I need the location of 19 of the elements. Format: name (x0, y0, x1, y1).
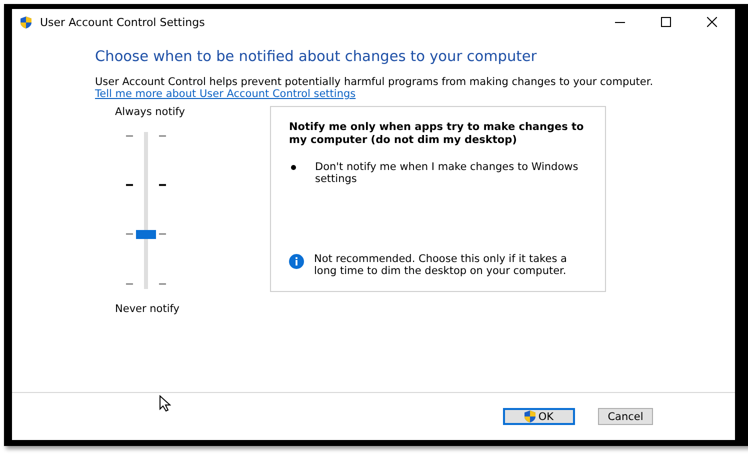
warning-note: Not recommended. Choose this only if it takes a long time to dim the desktop on your computer. (314, 253, 568, 277)
info-icon (289, 254, 304, 269)
bullet-text: Don't notify me when I make changes to Windows settings (315, 161, 580, 185)
shield-icon (20, 16, 32, 28)
page-heading: Choose when to be notified about changes to your computer (95, 49, 538, 65)
window-title: User Account Control Settings (40, 16, 206, 28)
description-text: User Account Control helps prevent potentially harmful programs from making changes to your computer. (95, 76, 654, 88)
learn-more-link[interactable]: Tell me more about User Account Control settings (95, 88, 356, 100)
maximize-icon (661, 17, 671, 27)
close-icon (707, 17, 717, 27)
cancel-button[interactable]: Cancel (598, 408, 653, 425)
ok-button[interactable]: OK (503, 408, 575, 425)
option-title: Notify me only when apps try to make changes to my computer (do not dim my desktop) (289, 121, 585, 147)
shield-icon (524, 410, 536, 423)
slider-top-label: Always notify (115, 106, 186, 118)
slider-bottom-label: Never notify (115, 303, 180, 315)
slider-thumb[interactable] (136, 230, 156, 240)
bullet-icon (291, 165, 296, 170)
mouse-pointer-icon (159, 395, 171, 412)
